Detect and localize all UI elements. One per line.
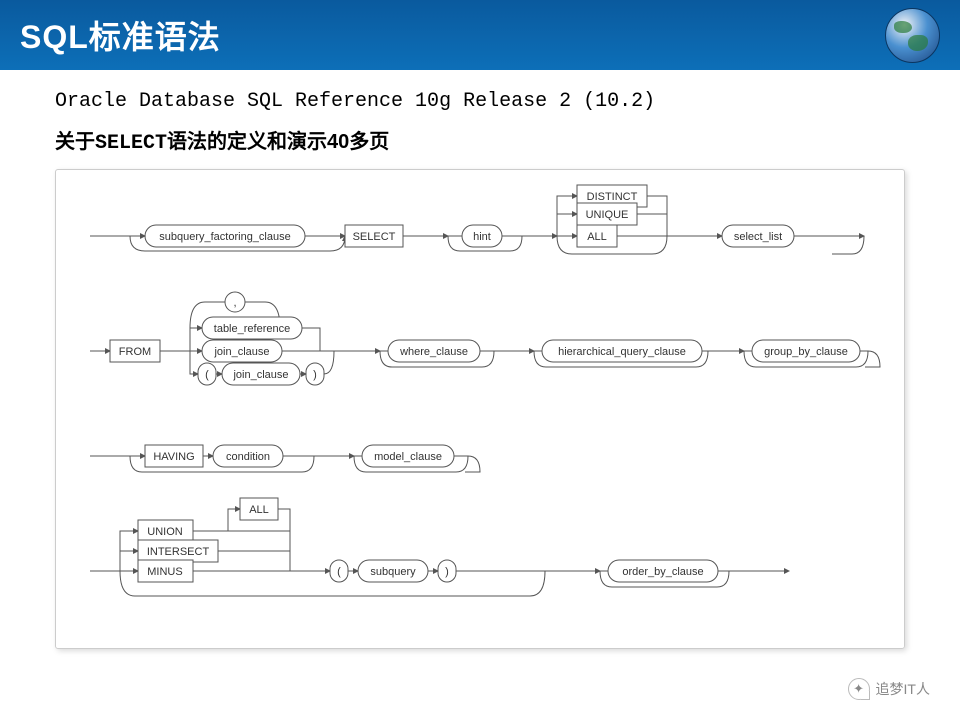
wechat-icon: ✦ — [848, 678, 870, 700]
page-title: SQL标准语法 — [20, 12, 221, 58]
row1: subquery_factoring_clause SELECT hint DI… — [90, 185, 864, 254]
n-model: model_clause — [374, 451, 442, 463]
n-rp4: ) — [445, 566, 449, 578]
watermark: ✦ 追梦IT人 — [848, 678, 930, 700]
n-join1: join_clause — [213, 346, 269, 358]
n-all1: ALL — [587, 231, 607, 243]
watermark-text: 追梦IT人 — [876, 679, 930, 699]
n-groupby: group_by_clause — [764, 346, 848, 358]
n-subquery-factoring: subquery_factoring_clause — [159, 231, 290, 243]
n-unique: UNIQUE — [586, 209, 629, 221]
n-comma: , — [233, 297, 236, 309]
n-rp2: ) — [313, 369, 317, 381]
n-join2: join_clause — [232, 369, 288, 381]
n-having: HAVING — [153, 451, 194, 463]
n-table-ref: table_reference — [214, 323, 290, 335]
n-orderby: order_by_clause — [622, 566, 703, 578]
row4: UNION ALL INTERSECT MINUS — [90, 498, 789, 596]
n-where: where_clause — [399, 346, 468, 358]
n-all4: ALL — [249, 504, 269, 516]
n-subq: subquery — [370, 566, 416, 578]
content: Oracle Database SQL Reference 10g Releas… — [0, 70, 960, 649]
n-cond: condition — [226, 451, 270, 463]
syntax-diagram: subquery_factoring_clause SELECT hint DI… — [55, 169, 905, 649]
n-minus: MINUS — [147, 566, 182, 578]
header-bar: SQL标准语法 — [0, 0, 960, 70]
railroad-svg: subquery_factoring_clause SELECT hint DI… — [70, 180, 890, 632]
row2: FROM , table_reference join_clause ( — [90, 292, 880, 385]
globe-icon — [885, 8, 940, 63]
n-distinct: DISTINCT — [587, 191, 638, 203]
n-hier: hierarchical_query_clause — [558, 346, 686, 358]
n-union: UNION — [147, 526, 183, 538]
n-select: SELECT — [353, 231, 396, 243]
row3: HAVING condition model_clause — [90, 445, 480, 472]
n-select-list: select_list — [734, 231, 782, 243]
n-from: FROM — [119, 346, 151, 358]
reference-line: Oracle Database SQL Reference 10g Releas… — [55, 90, 905, 113]
subtitle: 关于SELECT语法的定义和演示40多页 — [55, 125, 905, 155]
n-lp2: ( — [205, 369, 209, 381]
n-intersect: INTERSECT — [147, 546, 210, 558]
n-hint: hint — [473, 231, 491, 243]
n-lp4: ( — [337, 566, 341, 578]
